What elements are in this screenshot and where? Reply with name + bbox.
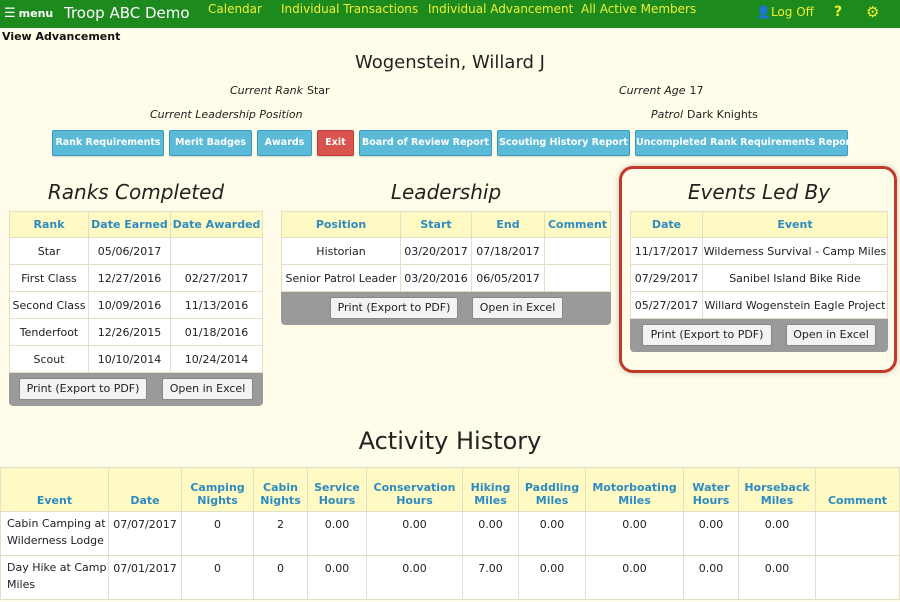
column-header: Date Awarded xyxy=(170,211,263,238)
table-row: Day Hike at Camp Miles 07/01/2017 0 0 0.… xyxy=(0,555,900,600)
page-title: View Advancement xyxy=(2,30,121,43)
uncompleted-rank-requirements-button[interactable]: Uncompleted Rank Requirements Report xyxy=(635,130,855,156)
table-row: 07/29/2017 Sanibel Island Bike Ride xyxy=(630,264,888,292)
awards-button[interactable]: Awards xyxy=(257,130,312,156)
leadership-excel-button[interactable]: Open in Excel xyxy=(472,297,563,319)
help-icon[interactable]: ? xyxy=(834,4,842,20)
exit-button[interactable]: Exit xyxy=(317,130,354,156)
board-of-review-report-button[interactable]: Board of Review Report xyxy=(359,130,492,156)
ranks-completed-title: Ranks Completed xyxy=(47,180,225,204)
nav-link-calendar[interactable]: Calendar xyxy=(208,2,262,16)
table-row: Second Class 10/09/2016 11/13/2016 xyxy=(9,291,263,319)
table-row: Scout 10/10/2014 10/24/2014 xyxy=(9,345,263,373)
gear-icon[interactable]: ⚙ xyxy=(866,3,879,21)
user-icon: 👤 xyxy=(756,5,771,19)
top-nav-bar: ☰ menu Troop ABC Demo Calendar Individual… xyxy=(0,0,900,28)
events-excel-button[interactable]: Open in Excel xyxy=(786,324,876,346)
column-header: Event xyxy=(0,467,109,512)
leadership-table: Position Start End Comment Historian 03/2… xyxy=(281,211,611,292)
leadership-title: Leadership xyxy=(390,180,502,204)
column-header: Horseback Miles xyxy=(738,467,816,512)
menu-button[interactable]: ☰ menu xyxy=(4,6,53,21)
table-row: 05/27/2017 Willard Wogenstein Eagle Proje… xyxy=(630,291,888,319)
current-leadership: Current Leadership Position xyxy=(150,108,303,121)
nav-link-individual-transactions[interactable]: Individual Transactions xyxy=(281,2,418,16)
patrol: Patrol Dark Knights xyxy=(651,108,758,121)
column-header: Hiking Miles xyxy=(462,467,519,512)
table-row: Cabin Camping at Wilderness Lodge 07/07/… xyxy=(0,511,900,556)
column-header: Service Hours xyxy=(307,467,367,512)
table-row: Star 05/06/2017 xyxy=(9,237,263,265)
column-header: Date Earned xyxy=(88,211,171,238)
merit-badges-button[interactable]: Merit Badges xyxy=(169,130,252,156)
column-header: Comment xyxy=(544,211,611,238)
current-rank: Current Rank Star xyxy=(230,84,330,97)
column-header: Date xyxy=(630,211,703,238)
rank-requirements-button[interactable]: Rank Requirements xyxy=(52,130,164,156)
table-row: Historian 03/20/2017 07/18/2017 xyxy=(281,237,611,265)
events-print-button[interactable]: Print (Export to PDF) xyxy=(642,324,772,346)
column-header: Comment xyxy=(815,467,900,512)
column-header: Cabin Nights xyxy=(253,467,308,512)
table-row: First Class 12/27/2016 02/27/2017 xyxy=(9,264,263,292)
nav-link-individual-advancement[interactable]: Individual Advancement xyxy=(428,2,573,16)
hamburger-icon: ☰ xyxy=(4,6,16,21)
column-header: Start xyxy=(400,211,472,238)
column-header: Paddling Miles xyxy=(518,467,586,512)
column-header: Position xyxy=(281,211,401,238)
brand-title[interactable]: Troop ABC Demo xyxy=(64,4,190,22)
nav-link-all-active-members[interactable]: All Active Members xyxy=(581,2,696,16)
events-led-by-title: Events Led By xyxy=(687,180,831,204)
activity-table: Event Date Camping Nights Cabin Nights S… xyxy=(0,467,900,600)
column-header: Water Hours xyxy=(683,467,739,512)
events-table: Date Event 11/17/2017 Wilderness Survival… xyxy=(630,211,888,319)
activity-history-title: Activity History xyxy=(358,427,542,455)
column-header: Date xyxy=(108,467,182,512)
column-header: Motorboating Miles xyxy=(585,467,684,512)
current-age: Current Age 17 xyxy=(619,84,704,97)
column-header: Camping Nights xyxy=(181,467,254,512)
leadership-print-button[interactable]: Print (Export to PDF) xyxy=(330,297,458,319)
column-header: End xyxy=(471,211,545,238)
ranks-table: Rank Date Earned Date Awarded Star 05/06/… xyxy=(9,211,263,373)
logoff-link[interactable]: 👤Log Off xyxy=(756,5,814,19)
column-header: Event xyxy=(702,211,888,238)
ranks-print-button[interactable]: Print (Export to PDF) xyxy=(19,378,147,400)
table-row: Tenderfoot 12/26/2015 01/18/2016 xyxy=(9,318,263,346)
ranks-excel-button[interactable]: Open in Excel xyxy=(162,378,253,400)
column-header: Rank xyxy=(9,211,89,238)
table-row: 11/17/2017 Wilderness Survival - Camp Mil… xyxy=(630,237,888,265)
scout-name: Wogenstein, Willard J xyxy=(354,52,545,73)
column-header: Conservation Hours xyxy=(366,467,463,512)
scouting-history-report-button[interactable]: Scouting History Report xyxy=(497,130,630,156)
table-row: Senior Patrol Leader 03/20/2016 06/05/2017 xyxy=(281,264,611,292)
